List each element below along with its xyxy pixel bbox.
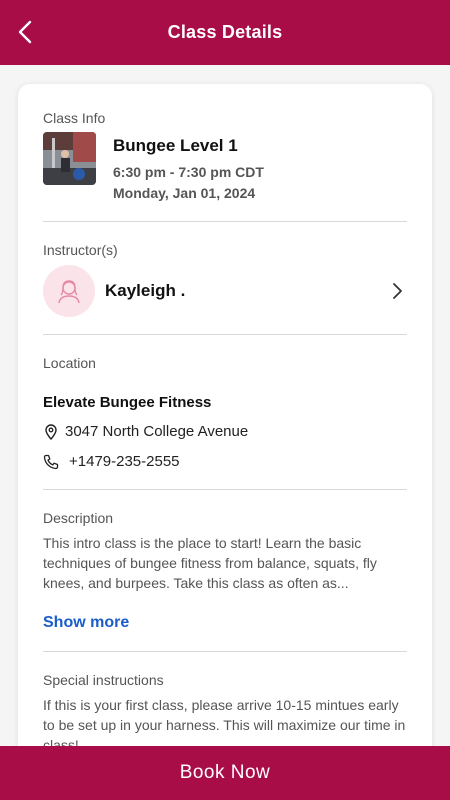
book-now-button[interactable]: Book Now xyxy=(0,746,450,800)
instructor-row[interactable]: Kayleigh . xyxy=(43,264,407,318)
page-title: Class Details xyxy=(167,22,283,42)
instructor-name: Kayleigh . xyxy=(105,281,186,300)
avatar xyxy=(43,265,95,317)
back-button[interactable] xyxy=(10,16,40,48)
map-pin-icon xyxy=(43,423,59,440)
divider xyxy=(43,221,407,222)
address-row[interactable]: 3047 North College Avenue xyxy=(43,423,248,440)
header-bar: Class Details xyxy=(0,0,450,65)
class-info-label: Class Info xyxy=(43,110,106,126)
location-label: Location xyxy=(43,355,96,371)
description-label: Description xyxy=(43,510,114,526)
chevron-left-icon xyxy=(18,20,32,44)
class-name: Bungee Level 1 xyxy=(113,136,238,155)
phone-text: +1479-235-2555 xyxy=(69,453,180,470)
phone-icon xyxy=(43,454,59,470)
special-instructions-label: Special instructions xyxy=(43,672,164,688)
description-text: This intro class is the place to start! … xyxy=(43,535,377,591)
chevron-right-icon xyxy=(387,281,407,301)
person-icon xyxy=(58,280,80,304)
instructor-label: Instructor(s) xyxy=(43,242,118,258)
class-thumbnail xyxy=(43,132,96,185)
class-time: 6:30 pm - 7:30 pm CDT xyxy=(113,164,264,180)
location-name: Elevate Bungee Fitness xyxy=(43,394,212,411)
class-details-card: Class Info Bungee Level 1 6:30 pm - 7:30… xyxy=(18,84,432,800)
divider xyxy=(43,489,407,490)
address-text: 3047 North College Avenue xyxy=(65,423,249,440)
divider xyxy=(43,334,407,335)
divider xyxy=(43,651,407,652)
show-more-link[interactable]: Show more xyxy=(43,614,129,632)
class-date: Monday, Jan 01, 2024 xyxy=(113,185,256,201)
phone-row[interactable]: +1479-235-2555 xyxy=(43,453,180,470)
